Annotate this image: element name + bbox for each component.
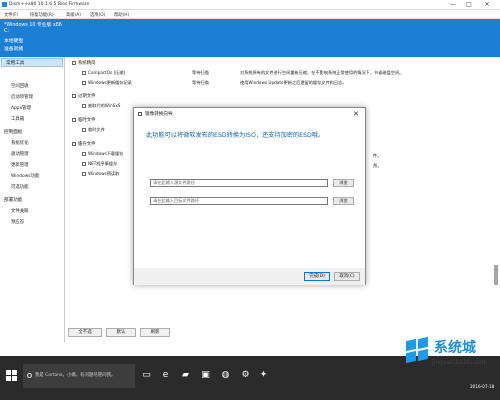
menu-options[interactable]: 选项(O)	[90, 12, 105, 18]
app-icon-2[interactable]: ⚙	[240, 370, 251, 381]
sidebar: 常用工具 空间回收 启动项管理 Appx管理 工具箱 控制面板 系统优化 驱动管…	[0, 57, 65, 342]
dialog-title: 镜像转换向导	[145, 112, 173, 117]
drive-letter: C:	[4, 29, 9, 34]
default-button[interactable]: 默认	[106, 328, 136, 337]
sidebar-active-label: 常用工具	[6, 61, 25, 66]
finish-button[interactable]: 完成(D)	[304, 272, 330, 281]
dialog-close-icon[interactable]: ✕	[353, 110, 359, 118]
cortana-search-box[interactable]: 我是 Cortana，小娜。有问题尽管问我。	[23, 364, 135, 388]
app-icon-1[interactable]: ◍	[220, 370, 231, 381]
checkbox[interactable]	[82, 81, 86, 85]
deselect-all-button[interactable]: 全不选	[68, 328, 102, 337]
target-path-input[interactable]: 请在此输入目标文件路径	[150, 197, 328, 205]
checkbox[interactable]	[82, 71, 86, 75]
list-item[interactable]: 临时文件	[82, 127, 105, 133]
image-convert-dialog: 镜像转换向导 ✕ 此功能可以将微软发布的ESD转换为ISO，还支持加密的ESD哦…	[133, 107, 366, 285]
row-status: 等待扫描	[192, 70, 209, 75]
title-bar: Dism++x86 10.1.6.5 Bios Firmware — □ ✕	[0, 0, 500, 10]
close-button[interactable]: ✕	[480, 0, 494, 10]
sidebar-item-optimize[interactable]: 系统优化	[11, 140, 29, 146]
list-item[interactable]: Windows下载缓存	[82, 151, 123, 157]
dism-app-icon[interactable]: ✦	[258, 370, 269, 381]
cancel-button[interactable]: 取消(C)	[334, 272, 360, 281]
clock-date[interactable]: 2016-07-18	[470, 384, 494, 389]
checkbox[interactable]	[82, 152, 86, 156]
watermark: 系统城 jingyan.baidu.com	[402, 335, 500, 375]
windows-start-icon[interactable]	[6, 370, 17, 381]
row-status: 等待扫描	[192, 80, 209, 85]
sidebar-item-unattend[interactable]: 预应答	[11, 219, 24, 225]
category-system-slim[interactable]: 系统精简	[72, 60, 96, 66]
search-placeholder: 我是 Cortana，小娜。有问题尽管问我。	[35, 373, 116, 378]
sidebar-item-startup[interactable]: 启动项管理	[11, 94, 33, 100]
source-browse-button[interactable]: 浏览	[333, 179, 354, 187]
cortana-icon	[27, 373, 32, 378]
row-description-tail: 然。	[373, 163, 382, 168]
sidebar-item-file-assoc[interactable]: 文件关联	[11, 208, 29, 214]
list-item[interactable]: Windows更新缓存记录	[82, 80, 132, 86]
sidebar-item-drivers[interactable]: 驱动管理	[11, 151, 29, 157]
row-description: 对系统原有的文件进行空间重新压缩，在不影响系统正常使用的情况下，节省磁盘空间。	[240, 70, 404, 75]
dialog-description: 此功能可以将微软发布的ESD转换为ISO，还支持加密的ESD哦。	[146, 132, 325, 139]
row-description-tail: 件。	[373, 153, 382, 158]
sidebar-item-updates[interactable]: 更新管理	[11, 162, 29, 168]
category-temp-files[interactable]: 临时文件	[72, 117, 96, 123]
store-icon[interactable]: ▣	[200, 370, 211, 381]
menu-advanced[interactable]: 高级(A)	[66, 12, 81, 18]
dialog-titlebar[interactable]: 镜像转换向导 ✕	[134, 108, 365, 121]
checkbox[interactable]	[72, 117, 76, 122]
app-icon	[2, 2, 7, 7]
image-header[interactable]: *Windows 10 专业版 x86 C: 本地硬盘 准备就绪	[0, 19, 500, 57]
sidebar-item-space-reclaim[interactable]: 空间回收	[11, 83, 29, 89]
menu-help[interactable]: 帮助(H)	[114, 12, 129, 18]
edge-browser-icon[interactable]: e	[160, 370, 171, 381]
category-cache-files[interactable]: 缓存文件	[72, 141, 96, 147]
list-item[interactable]: CompactOs (压缩)	[82, 70, 125, 76]
sidebar-group-deploy[interactable]: 部署功能	[4, 197, 22, 203]
sidebar-item-appx[interactable]: Appx管理	[11, 105, 31, 111]
sidebar-group-control-panel[interactable]: 控制面板	[4, 129, 22, 135]
dialog-footer: 完成(D) 取消(C)	[134, 268, 365, 285]
disk-type: 本地硬盘	[4, 39, 24, 44]
watermark-site: jingyan.baidu.com	[432, 359, 488, 366]
window-title: Dism++x86 10.1.6.5 Bios Firmware	[9, 2, 90, 7]
state-text: 准备就绪	[4, 47, 24, 52]
checkbox[interactable]	[72, 141, 76, 146]
row-description: 使用Windows Update更新之后遗留的缓存文件和日志。	[240, 80, 347, 85]
checkbox[interactable]	[82, 172, 86, 176]
os-name: *Windows 10 专业版 x86	[4, 23, 62, 28]
sidebar-item-toolbox[interactable]: 工具箱	[11, 116, 24, 122]
menu-file[interactable]: 文件(F)	[4, 12, 18, 18]
minimize-button[interactable]: —	[446, 0, 460, 10]
list-item[interactable]: 被取代的WinSxS	[82, 103, 120, 109]
list-item[interactable]: NET程序集缓存	[82, 161, 117, 167]
checkbox[interactable]	[82, 128, 86, 132]
file-explorer-icon[interactable]: ▰	[180, 370, 191, 381]
maximize-button[interactable]: □	[462, 0, 476, 10]
menu-recovery[interactable]: 恢复功能(R)	[30, 12, 54, 18]
target-browse-button[interactable]: 浏览	[333, 197, 354, 205]
watermark-logo-icon	[406, 336, 430, 364]
sidebar-item-win-features[interactable]: Windows功能	[11, 173, 39, 179]
watermark-brand: 系统城	[434, 340, 476, 356]
category-expired-files[interactable]: 过期文件	[72, 93, 96, 99]
checkbox[interactable]	[72, 93, 76, 98]
checkbox[interactable]	[72, 60, 76, 65]
refresh-button[interactable]: 刷新	[140, 328, 170, 337]
list-item[interactable]: Windows预读取	[82, 171, 119, 177]
menu-bar: 文件(F) 恢复功能(R) 高级(A) 选项(O) 帮助(H)	[0, 10, 500, 19]
checkbox[interactable]	[82, 162, 86, 166]
sidebar-item-optional[interactable]: 可选功能	[11, 184, 29, 190]
wizard-icon	[138, 112, 142, 116]
scrollbar-thumb[interactable]	[494, 265, 498, 285]
source-path-input[interactable]: 请在此输入源文件路径	[150, 179, 328, 187]
checkbox[interactable]	[82, 104, 86, 108]
task-view-icon[interactable]: ▭	[141, 370, 152, 381]
